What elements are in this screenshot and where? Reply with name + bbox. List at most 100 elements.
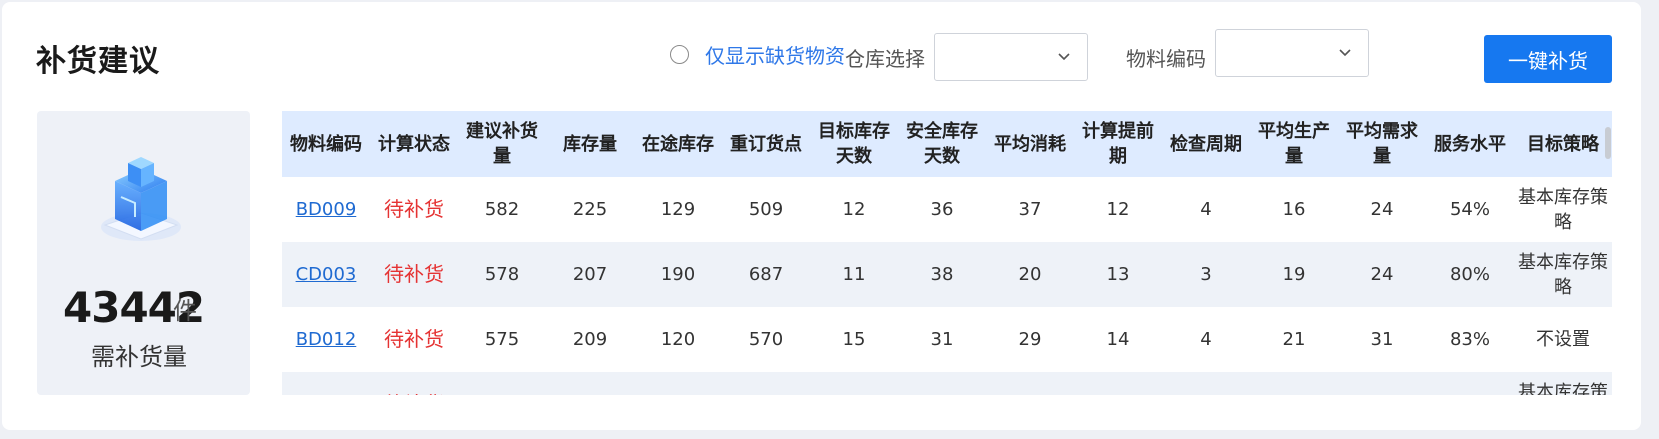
column-header: 安全库存天数: [898, 111, 986, 177]
table-cell: 31: [1370, 329, 1394, 350]
table-cell: 不设置: [1536, 329, 1590, 350]
table-cell: 54%: [1449, 199, 1490, 220]
table-cell: 225: [572, 199, 608, 220]
table-cell: 37: [1018, 199, 1042, 220]
table-cell: 24: [1338, 242, 1426, 307]
table-cell: 80%: [1426, 242, 1514, 307]
table-cell: 582: [484, 199, 520, 220]
table-cell: 14: [1106, 329, 1130, 350]
column-header: 检查周期: [1162, 111, 1250, 177]
column-header: 建议补货量: [458, 111, 546, 177]
table-header-row: 物料编码 计算状态 建议补货量 库存量 在途库存 重订货点 目标库存天数 安全库存天数 平均消耗…: [282, 111, 1612, 177]
column-header: 平均需求量: [1338, 111, 1426, 177]
table-cell: 207: [546, 242, 634, 307]
table-cell: 22: [898, 372, 986, 395]
table-row[interactable]: BD012 待补货 575 209 120 570 15 31 29 14 4 21 31 83% 不设置: [282, 307, 1612, 372]
column-header: 计算状态: [370, 111, 458, 177]
column-header: 目标策略: [1514, 111, 1612, 177]
table-cell: 16: [1282, 199, 1306, 220]
table-cell: 3: [1162, 242, 1250, 307]
table-row[interactable]: BD009 待补货 582 225 129 509 12 36 37 12 4 16 24 54% 基本库存…: [282, 177, 1612, 242]
table-cell: 31: [930, 329, 954, 350]
table-cell: 17: [1074, 372, 1162, 395]
material-code-link[interactable]: CD003: [296, 264, 357, 285]
table-cell: 13: [1074, 242, 1162, 307]
table-cell: 4: [1200, 199, 1212, 220]
status-cell: 待补货: [370, 372, 458, 395]
material-code-cell: CD003: [282, 242, 370, 307]
summary-panel: 43442 件 需补货量: [37, 111, 250, 395]
radio-icon[interactable]: [670, 45, 689, 64]
material-code-cell: BD012: [282, 307, 370, 372]
table-cell: 29: [1018, 329, 1042, 350]
table-cell: 基本库存策略: [1514, 242, 1612, 307]
status-cell: 待补货: [370, 242, 458, 307]
table-cell: 687: [722, 242, 810, 307]
status-cell: 待补货: [384, 327, 444, 351]
column-header: 平均消耗: [986, 111, 1074, 177]
material-code-cell: BD013: [282, 372, 370, 395]
table-cell: 344: [546, 372, 634, 395]
table-row[interactable]: CD003 待补货 578 207 190 687 11 38 20 13 3 19 24 80% 基本库存…: [282, 242, 1612, 307]
material-code-link[interactable]: BD013: [296, 394, 357, 395]
column-header: 计算提前期: [1074, 111, 1162, 177]
table-row[interactable]: BD013待补货575344141601112225173152263%基本库存…: [282, 372, 1612, 395]
column-header: 目标库存天数: [810, 111, 898, 177]
table-cell: 36: [930, 199, 954, 220]
table-cell: 575: [458, 372, 546, 395]
table-cell: 120: [660, 329, 696, 350]
material-code-select[interactable]: [1215, 29, 1369, 77]
table-cell: 11: [810, 242, 898, 307]
column-header: 服务水平: [1426, 111, 1514, 177]
material-code-link[interactable]: BD009: [296, 199, 357, 220]
column-header: 平均生产量: [1250, 111, 1338, 177]
table-cell: 209: [572, 329, 608, 350]
column-header: 库存量: [546, 111, 634, 177]
replenishment-card: 补货建议 仅显示缺货物资 仓库选择 物料编码 一键补货 43442 件 需补货量…: [2, 2, 1641, 430]
table-cell: 141: [634, 372, 722, 395]
table-cell: 21: [1282, 329, 1306, 350]
chevron-down-icon: [1339, 49, 1351, 57]
only-shortage-label[interactable]: 仅显示缺货物资: [705, 40, 845, 69]
table-cell: 12: [842, 199, 866, 220]
table-scrollbar[interactable]: [1605, 127, 1611, 159]
status-cell: 待补货: [384, 197, 444, 221]
table-cell: 575: [484, 329, 520, 350]
replenish-unit: 件: [173, 297, 197, 325]
table-cell: 509: [748, 199, 784, 220]
cube-icon: [101, 157, 181, 241]
table-cell: 4: [1200, 329, 1212, 350]
table-cell: 83%: [1449, 329, 1490, 350]
table-cell: 38: [898, 242, 986, 307]
replenish-total-label: 需补货量: [91, 343, 187, 371]
table-cell: 20: [986, 242, 1074, 307]
table-cell: 129: [660, 199, 696, 220]
warehouse-select[interactable]: [934, 33, 1088, 81]
table-cell: 基本库存策略: [1518, 186, 1608, 233]
material-code-link[interactable]: BD012: [296, 329, 357, 350]
table-cell: 15: [842, 329, 866, 350]
chevron-down-icon: [1058, 53, 1070, 61]
material-code-cell: BD009: [282, 177, 370, 242]
table-cell: 601: [722, 372, 810, 395]
column-header: 在途库存: [634, 111, 722, 177]
table-cell: 19: [1250, 242, 1338, 307]
table-cell: 11: [810, 372, 898, 395]
table-cell: 3: [1162, 372, 1250, 395]
table-cell: 基本库存策略: [1514, 372, 1612, 395]
table-cell: 190: [634, 242, 722, 307]
page-title: 补货建议: [36, 44, 160, 79]
one-click-replenish-button[interactable]: 一键补货: [1484, 35, 1612, 83]
table-cell: 578: [458, 242, 546, 307]
replenishment-table: 物料编码 计算状态 建议补货量 库存量 在途库存 重订货点 目标库存天数 安全库存天数 平均消耗…: [282, 111, 1612, 395]
table-cell: 22: [1338, 372, 1426, 395]
table-cell: 63%: [1426, 372, 1514, 395]
table-cell: 15: [1250, 372, 1338, 395]
column-header: 物料编码: [282, 111, 370, 177]
column-header: 重订货点: [722, 111, 810, 177]
table-cell: 24: [1370, 199, 1394, 220]
material-code-label: 物料编码: [1126, 47, 1206, 71]
table-cell: 570: [748, 329, 784, 350]
only-shortage-toggle[interactable]: 仅显示缺货物资: [670, 40, 845, 69]
table-cell: 12: [1106, 199, 1130, 220]
